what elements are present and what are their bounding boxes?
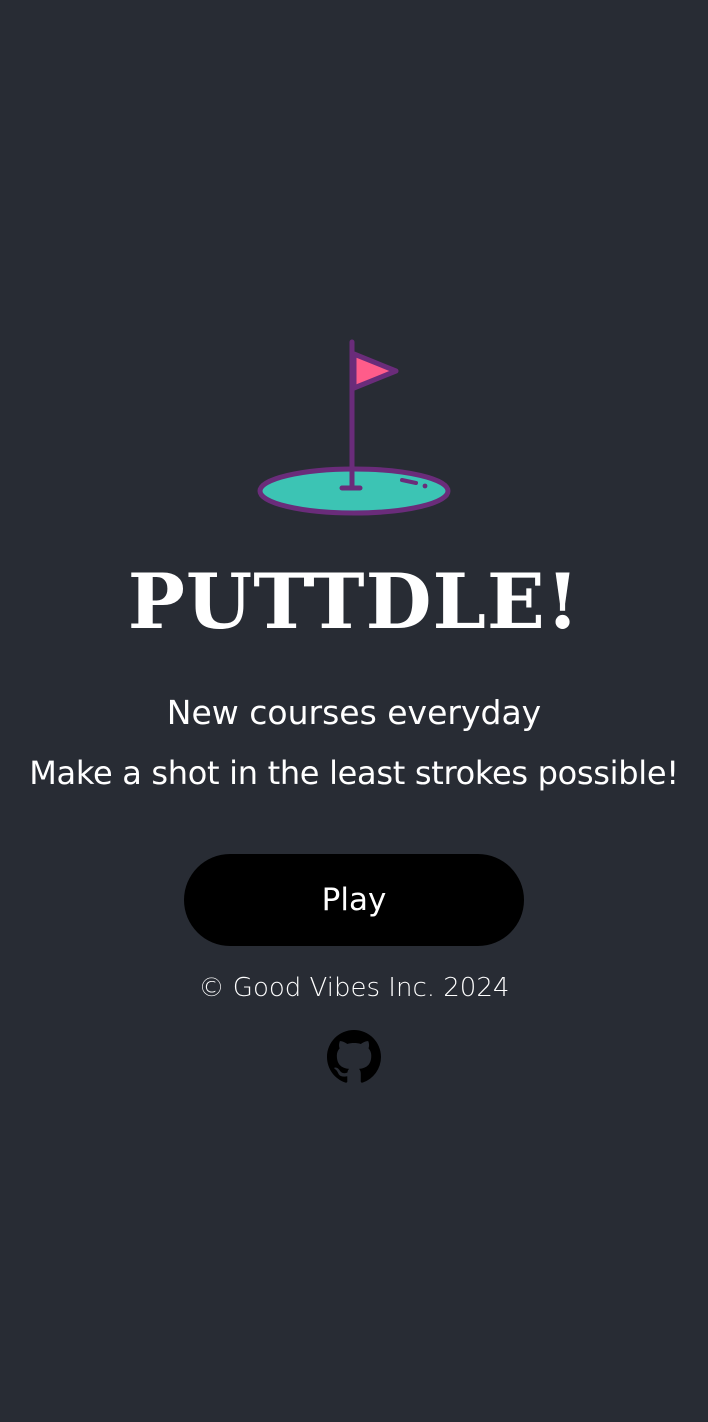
copyright-text: © Good Vibes Inc. 2024 <box>198 973 510 1003</box>
app-title: PUTTDLE! <box>127 557 581 646</box>
tagline-instructions: Make a shot in the least strokes possibl… <box>29 754 679 792</box>
play-button[interactable]: Play <box>184 854 524 946</box>
tagline-daily-courses: New courses everyday <box>166 693 542 732</box>
github-icon[interactable] <box>327 1030 381 1084</box>
landing-page: PUTTDLE! New courses everyday Make a sho… <box>0 0 708 1422</box>
golf-flag-icon <box>254 336 454 520</box>
